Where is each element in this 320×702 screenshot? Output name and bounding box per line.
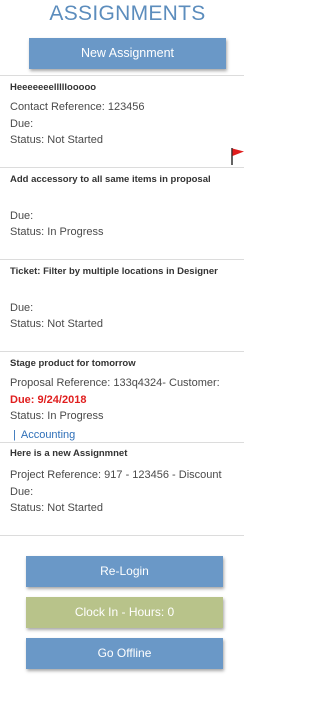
assignment-status: Status: Not Started [10, 134, 103, 146]
flag-icon[interactable] [230, 147, 245, 165]
assignment-due: Due: [10, 118, 34, 130]
divider [0, 351, 244, 352]
assignment-reference: Project Reference: 917 - 123456 - Discou… [10, 469, 222, 481]
assignment-title: Heeeeeeelllllooooo [10, 82, 97, 93]
tag-separator: | [13, 429, 16, 441]
assignment-status: Status: In Progress [10, 410, 104, 422]
assignment-title: Ticket: Filter by multiple locations in … [10, 266, 218, 277]
assignment-card[interactable]: Ticket: Filter by multiple locations in … [0, 266, 244, 350]
assignment-due: Due: 9/24/2018 [10, 394, 87, 406]
assignment-reference: Contact Reference: 123456 [10, 101, 145, 113]
assignment-status: Status: Not Started [10, 502, 103, 514]
assignment-title: Stage product for tomorrow [10, 358, 136, 369]
divider [0, 259, 244, 260]
divider [0, 75, 244, 76]
assignment-due: Due: [10, 302, 34, 314]
divider [0, 535, 244, 536]
divider [0, 442, 244, 443]
assignment-card[interactable]: Heeeeeeelllllooooo Contact Reference: 12… [0, 82, 244, 166]
assignment-title: Here is a new Assignmnet [10, 448, 128, 459]
tag-label: Accounting [20, 429, 76, 441]
assignment-title: Add accessory to all same items in propo… [10, 174, 211, 185]
assignment-status: Status: In Progress [10, 226, 104, 238]
assignment-card[interactable]: Here is a new Assignmnet Project Referen… [0, 448, 244, 532]
assignment-reference: Proposal Reference: 133q4324- Customer: [10, 377, 220, 389]
assignment-status: Status: Not Started [10, 318, 103, 330]
page-title: ASSIGNMENTS [49, 2, 206, 25]
assignment-due: Due: [10, 486, 34, 498]
divider [0, 167, 244, 168]
new-assignment-button[interactable]: New Assignment [29, 38, 226, 69]
relogin-button[interactable]: Re-Login [26, 556, 223, 587]
assignment-card[interactable]: Add accessory to all same items in propo… [0, 174, 244, 258]
assignment-due: Due: [10, 210, 34, 222]
clock-in-button[interactable]: Clock In - Hours: 0 [26, 597, 223, 628]
assignment-tag[interactable]: | Accounting [13, 429, 75, 441]
assignment-card[interactable]: Stage product for tomorrow Proposal Refe… [0, 358, 244, 442]
go-offline-button[interactable]: Go Offline [26, 638, 223, 669]
